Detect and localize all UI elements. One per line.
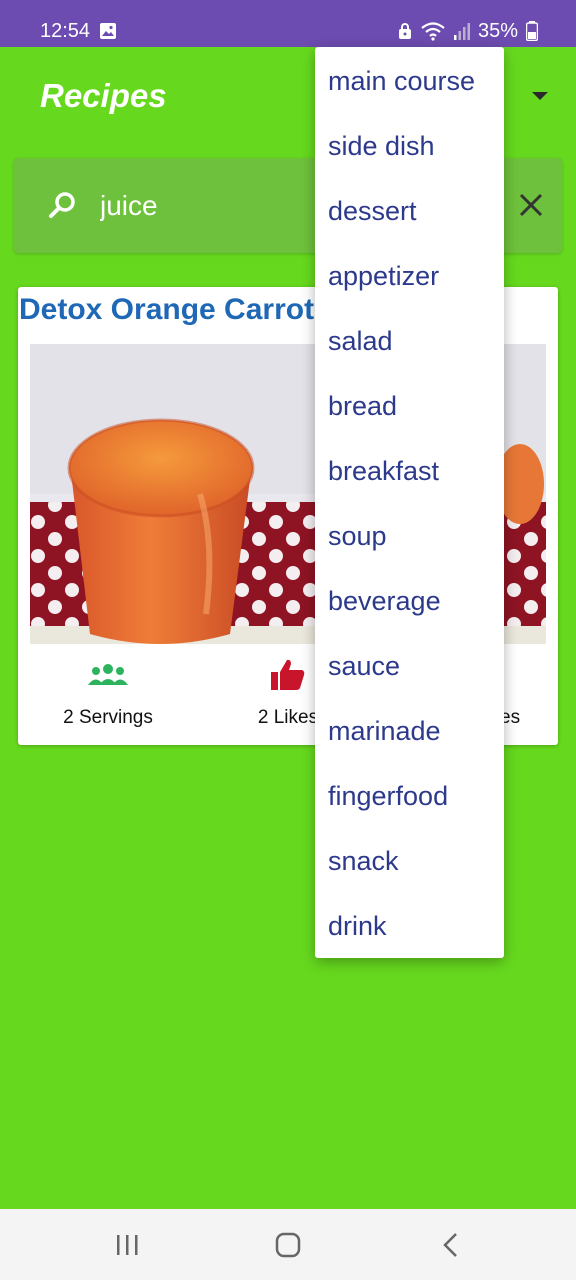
menu-item-fingerfood[interactable]: fingerfood	[315, 763, 504, 828]
status-bar: 12:54 35%	[0, 0, 576, 47]
search-icon[interactable]	[48, 190, 78, 220]
menu-item-breakfast[interactable]: breakfast	[315, 438, 504, 503]
close-icon[interactable]	[517, 191, 545, 219]
menu-item-bread[interactable]: bread	[315, 373, 504, 438]
status-time: 12:54	[40, 20, 91, 42]
menu-item-main-course[interactable]: main course	[315, 48, 504, 113]
thumb-up-icon[interactable]	[270, 657, 306, 693]
navigation-bar	[0, 1209, 576, 1280]
battery-icon	[526, 21, 538, 41]
category-dropdown-button[interactable]	[522, 83, 558, 109]
back-button[interactable]	[437, 1231, 463, 1259]
servings-stat: 2 Servings	[18, 657, 198, 729]
home-button[interactable]	[273, 1231, 303, 1259]
menu-item-dessert[interactable]: dessert	[315, 178, 504, 243]
app-title: Recipes	[40, 77, 167, 114]
category-dropdown-menu: main course side dish dessert appetizer sala…	[315, 47, 504, 958]
menu-item-drink[interactable]: drink	[315, 893, 504, 958]
lock-icon	[398, 23, 411, 39]
menu-item-side-dish[interactable]: side dish	[315, 113, 504, 178]
menu-item-marinade[interactable]: marinade	[315, 698, 504, 763]
menu-item-appetizer[interactable]: appetizer	[315, 243, 504, 308]
servings-label: 2 Servings	[63, 707, 153, 728]
menu-item-beverage[interactable]: beverage	[315, 568, 504, 633]
menu-item-soup[interactable]: soup	[315, 503, 504, 568]
photo-icon	[100, 23, 116, 39]
wifi-icon	[421, 22, 445, 41]
menu-item-snack[interactable]: snack	[315, 828, 504, 893]
recipe-title: Detox Orange Carrot	[19, 293, 315, 326]
arrow-drop-down-icon	[532, 92, 548, 100]
battery-percent: 35%	[477, 19, 518, 42]
menu-item-sauce[interactable]: sauce	[315, 633, 504, 698]
signal-icon	[453, 23, 470, 40]
back-icon	[443, 1233, 457, 1257]
home-icon	[275, 1232, 301, 1258]
recent-apps-icon	[117, 1235, 138, 1255]
people-icon	[88, 664, 128, 685]
menu-item-salad[interactable]: salad	[315, 308, 504, 373]
recent-apps-button[interactable]	[112, 1231, 142, 1259]
status-icons: 35%	[398, 18, 538, 44]
